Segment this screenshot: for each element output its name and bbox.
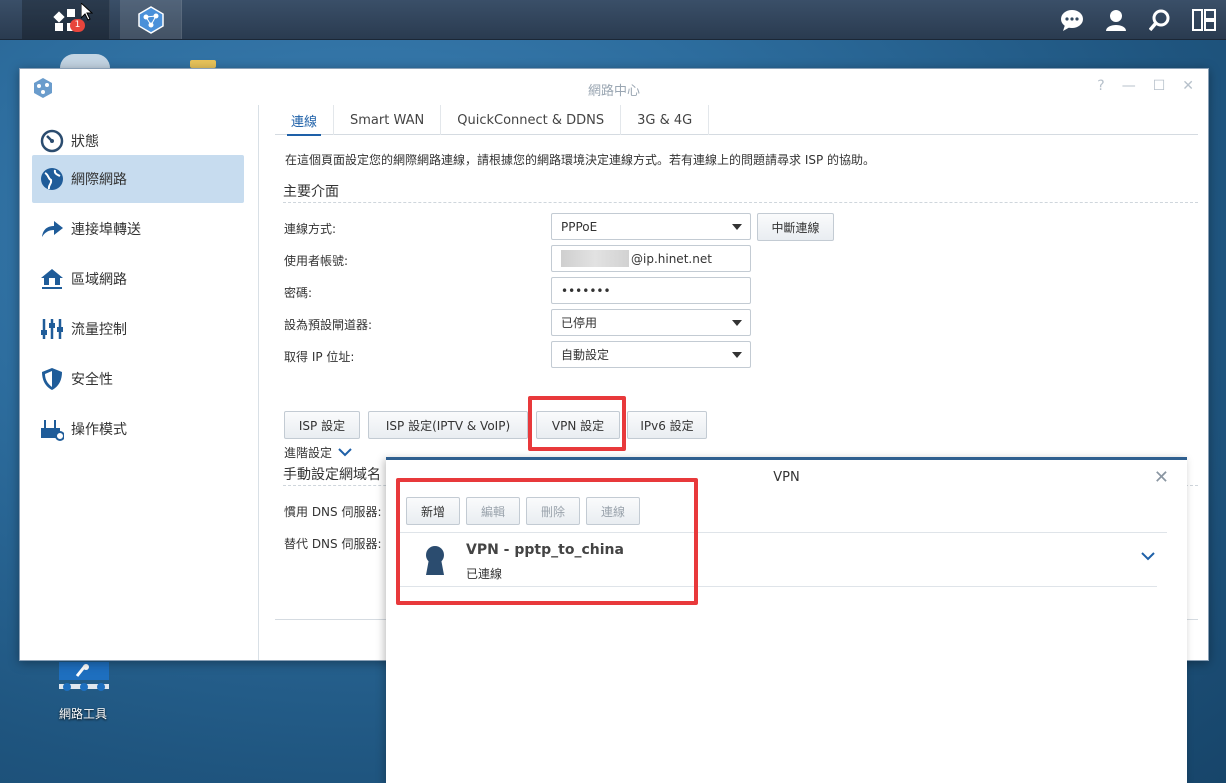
isp-settings-button[interactable]: ISP 設定	[284, 411, 360, 439]
window-titlebar[interactable]: 網路中心 ? — ☐ ✕	[20, 69, 1208, 105]
username-field[interactable]: @ip.hinet.net	[551, 245, 751, 272]
password-field[interactable]: •••••••	[551, 277, 751, 304]
username-value: @ip.hinet.net	[631, 251, 712, 266]
section-primary-interface: 主要介面	[283, 181, 1198, 203]
sidebar: 狀態 網際網路 連接埠轉送 區域網路 流量控制 安全性 操作模式	[20, 105, 259, 660]
arrow-forward-icon	[39, 216, 65, 242]
connection-type-value: PPPoE	[561, 219, 598, 234]
preferred-dns-label: 慣用 DNS 伺服器:	[284, 505, 382, 519]
chevron-down-icon	[732, 224, 742, 230]
widgets-button[interactable]	[1182, 0, 1226, 40]
network-center-icon	[137, 5, 164, 34]
chevron-down-icon	[338, 448, 352, 457]
chevron-down-icon[interactable]	[1141, 552, 1155, 561]
chevron-down-icon	[732, 320, 742, 326]
connection-type-select[interactable]: PPPoE	[551, 213, 751, 240]
sidebar-item-traffic-control[interactable]: 流量控制	[32, 305, 244, 353]
search-button[interactable]	[1138, 0, 1182, 40]
vpn-dialog-close-button[interactable]: ✕	[1154, 467, 1169, 488]
password-value: •••••••	[561, 283, 611, 298]
widgets-icon	[1192, 9, 1216, 31]
sidebar-item-label: 操作模式	[71, 422, 127, 438]
taskbar: 1	[0, 0, 1226, 40]
network-tools-icon	[59, 662, 109, 691]
tab-quickconnect-ddns[interactable]: QuickConnect & DDNS	[441, 105, 622, 135]
desktop-icon-network-tools[interactable]: 網路工具	[48, 662, 118, 722]
minimize-button[interactable]: —	[1122, 78, 1136, 94]
ip-address-label: 取得 IP 位址:	[284, 350, 355, 364]
sidebar-item-local-network[interactable]: 區域網路	[32, 255, 244, 303]
default-gateway-select[interactable]: 已停用	[551, 309, 751, 336]
sliders-icon	[39, 316, 65, 342]
chat-button[interactable]	[1050, 0, 1094, 40]
ip-address-value: 自動設定	[561, 348, 610, 362]
router-mode-icon	[39, 416, 65, 442]
ip-address-select[interactable]: 自動設定	[551, 341, 751, 368]
username-label: 使用者帳號:	[284, 254, 349, 268]
close-button[interactable]: ✕	[1182, 78, 1194, 94]
desktop-icon-partial	[60, 54, 110, 68]
password-label: 密碼:	[284, 286, 313, 300]
mouse-cursor-icon	[81, 3, 93, 21]
sidebar-item-port-forwarding[interactable]: 連接埠轉送	[32, 205, 244, 253]
advanced-settings-label: 進階設定	[284, 446, 333, 460]
redacted-username	[561, 250, 629, 267]
highlight-vpn-settings	[528, 396, 626, 451]
sidebar-item-label: 狀態	[71, 134, 99, 150]
globe-icon	[39, 166, 65, 192]
tab-smart-wan[interactable]: Smart WAN	[334, 105, 442, 135]
sidebar-item-label: 網際網路	[71, 172, 127, 188]
desktop-folder-partial	[190, 60, 216, 68]
tab-bar: 連線 Smart WAN QuickConnect & DDNS 3G & 4G	[275, 105, 1198, 136]
user-button[interactable]	[1094, 0, 1138, 40]
user-icon	[1106, 10, 1126, 31]
sidebar-item-label: 安全性	[71, 372, 113, 388]
home-network-icon	[39, 266, 65, 292]
chevron-down-icon	[732, 352, 742, 358]
maximize-button[interactable]: ☐	[1153, 78, 1166, 94]
page-description: 在這個頁面設定您的網際網路連線，請根據您的網路環境決定連線方式。若有連線上的問題…	[285, 153, 876, 167]
highlight-vpn-profile	[396, 478, 698, 605]
sidebar-item-internet[interactable]: 網際網路	[32, 155, 244, 203]
help-button[interactable]: ?	[1097, 78, 1104, 94]
disconnect-button[interactable]: 中斷連線	[757, 213, 834, 241]
default-gateway-value: 已停用	[561, 316, 598, 330]
sidebar-item-label: 區域網路	[71, 272, 127, 288]
chat-icon	[1061, 10, 1083, 31]
advanced-settings-toggle[interactable]: 進階設定	[284, 444, 352, 461]
connection-type-label: 連線方式:	[284, 222, 337, 236]
sidebar-item-operation-mode[interactable]: 操作模式	[32, 405, 244, 453]
window-title: 網路中心	[587, 84, 640, 99]
ipv6-settings-button[interactable]: IPv6 設定	[627, 411, 707, 439]
default-gateway-label: 設為預設閘道器:	[284, 318, 373, 332]
gauge-icon	[39, 128, 65, 154]
main-menu-button[interactable]: 1	[22, 0, 110, 39]
sidebar-item-label: 連接埠轉送	[71, 222, 141, 238]
tab-3g-4g[interactable]: 3G & 4G	[621, 105, 710, 135]
search-icon	[1149, 9, 1170, 31]
alternate-dns-label: 替代 DNS 伺服器:	[284, 537, 382, 551]
desktop-icon-label: 網路工具	[58, 707, 107, 721]
isp-iptv-voip-settings-button[interactable]: ISP 設定(IPTV & VoIP)	[368, 411, 528, 439]
tab-connection[interactable]: 連線	[275, 105, 335, 136]
network-center-taskbar-button[interactable]	[120, 0, 182, 39]
sidebar-item-security[interactable]: 安全性	[32, 355, 244, 403]
sidebar-item-label: 流量控制	[71, 322, 127, 338]
shield-icon	[39, 366, 65, 392]
